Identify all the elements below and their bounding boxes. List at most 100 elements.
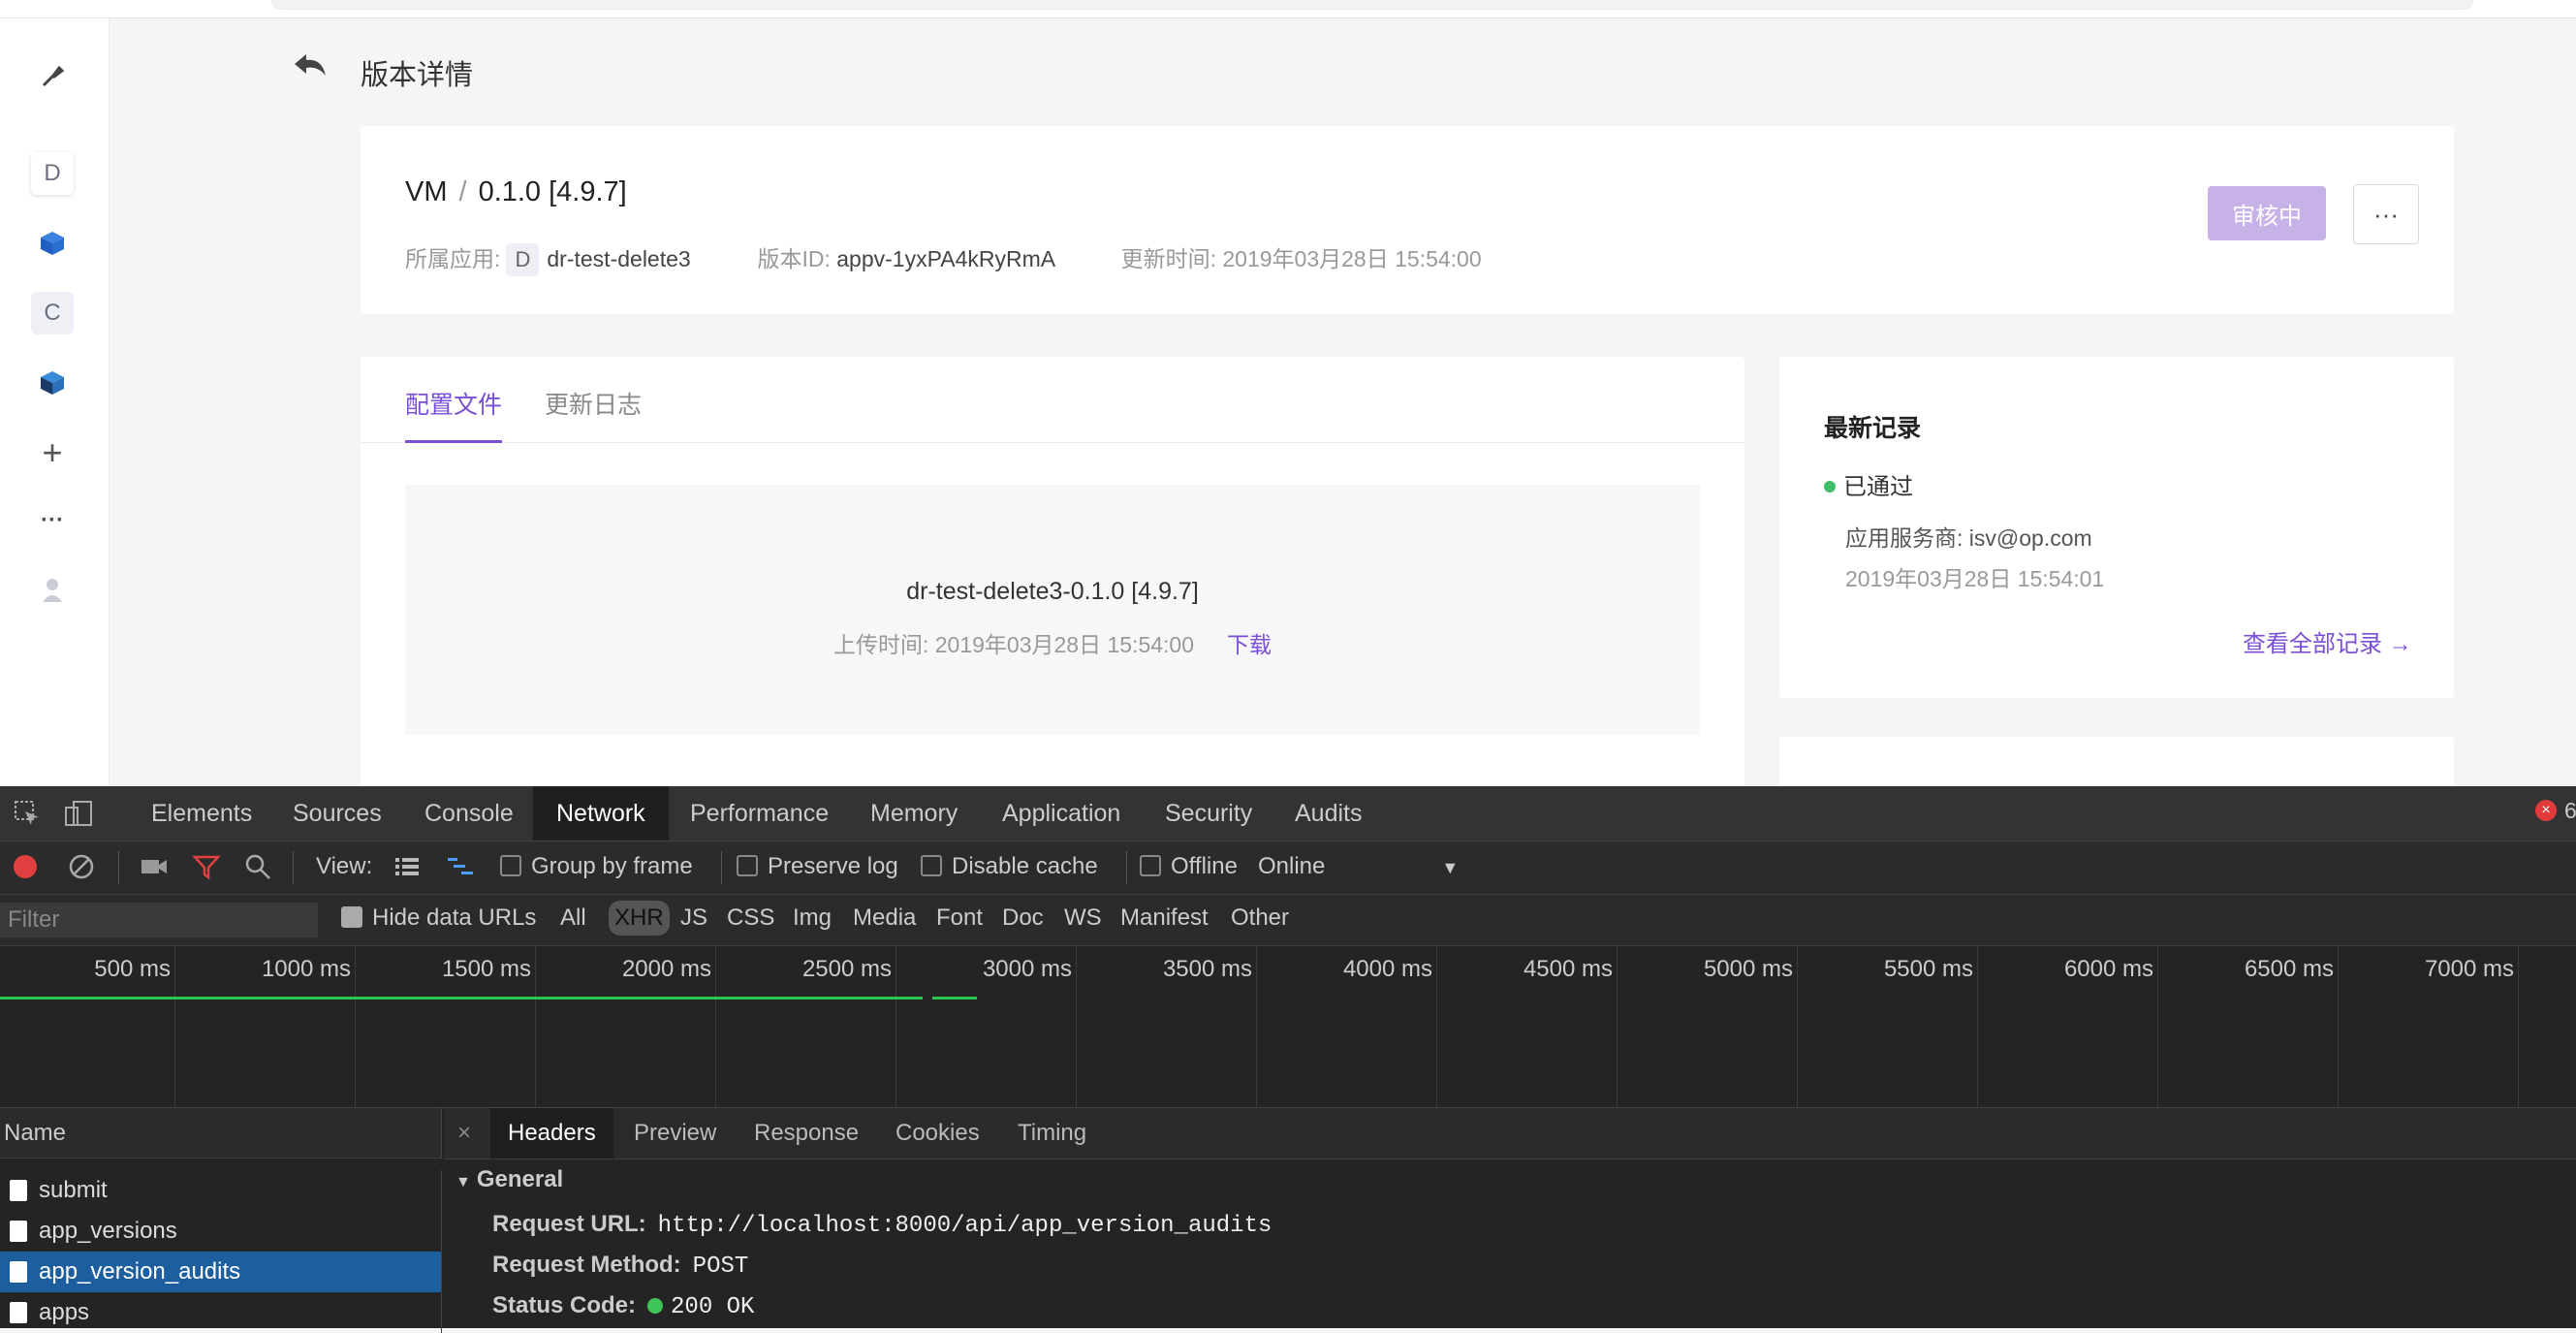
- filter-type-font[interactable]: Font: [936, 905, 983, 932]
- filter-type-img[interactable]: Img: [793, 905, 832, 932]
- devtools-tab-application[interactable]: Application: [979, 786, 1144, 841]
- error-icon[interactable]: ×: [2535, 800, 2557, 821]
- screenshot-capture-icon[interactable]: [140, 855, 169, 883]
- sidebar-item-app-c[interactable]: C: [31, 292, 74, 334]
- record-status: 已通过: [1824, 467, 1913, 501]
- name-column-header[interactable]: Name: [0, 1108, 442, 1158]
- timeline-tick: 2500 ms: [801, 956, 892, 982]
- tab-changelog[interactable]: 更新日志: [545, 386, 642, 421]
- record-icon[interactable]: [14, 855, 37, 878]
- devtools-tab-elements[interactable]: Elements: [128, 786, 275, 841]
- toolbar-divider: [1126, 851, 1127, 884]
- throttle-value: Online: [1258, 853, 1326, 879]
- error-count[interactable]: 6: [2564, 798, 2576, 824]
- disable-cache-checkbox[interactable]: Disable cache: [921, 853, 1098, 880]
- file-box: dr-test-delete3-0.1.0 [4.9.7] 上传时间: 2019…: [405, 485, 1700, 735]
- request-row[interactable]: app_versions: [0, 1211, 442, 1252]
- close-icon[interactable]: ×: [457, 1108, 471, 1158]
- app-label: 所属应用:: [405, 246, 501, 271]
- devtools-tab-audits[interactable]: Audits: [1272, 786, 1385, 841]
- user-icon[interactable]: [31, 569, 74, 612]
- request-row[interactable]: apps: [0, 1292, 442, 1333]
- detail-tab-timing[interactable]: Timing: [1000, 1108, 1104, 1158]
- hide-data-urls-label: Hide data URLs: [372, 905, 537, 931]
- timeline-tick: 1000 ms: [261, 956, 351, 982]
- filter-type-all[interactable]: All: [560, 905, 586, 932]
- timeline-tick: 3000 ms: [982, 956, 1072, 982]
- more-button[interactable]: ···: [2353, 184, 2419, 244]
- filter-type-xhr[interactable]: XHR: [609, 901, 670, 936]
- back-arrow-icon[interactable]: [291, 50, 330, 88]
- address-bar[interactable]: [271, 0, 2473, 10]
- hide-data-urls-checkbox[interactable]: Hide data URLs: [341, 905, 536, 932]
- tool-icon[interactable]: [31, 55, 74, 98]
- timeline-tick: 5000 ms: [1703, 956, 1793, 982]
- timeline-gridline: [1617, 946, 1618, 1107]
- status-button[interactable]: 审核中: [2208, 186, 2326, 240]
- title-separator: /: [458, 176, 467, 207]
- timeline-gridline: [2518, 946, 2519, 1107]
- timeline-tick: 1500 ms: [441, 956, 531, 982]
- timeline-tick: 500 ms: [94, 956, 171, 982]
- devtools-tab-sources[interactable]: Sources: [269, 786, 405, 841]
- device-toolbar-icon[interactable]: [64, 800, 93, 834]
- status-dot-icon: [1824, 481, 1836, 492]
- preserve-log-checkbox[interactable]: Preserve log: [737, 853, 898, 880]
- filter-icon[interactable]: [192, 853, 221, 885]
- timeline-gridline: [1256, 946, 1257, 1107]
- download-link[interactable]: 下载: [1227, 632, 1272, 657]
- devtools-tab-console[interactable]: Console: [401, 786, 537, 841]
- waterfall-icon[interactable]: [446, 855, 475, 883]
- devtools-tab-network[interactable]: Network: [533, 786, 669, 841]
- timeline-gridline: [1076, 946, 1077, 1107]
- timeline-tick: 5500 ms: [1883, 956, 1973, 982]
- search-icon[interactable]: [244, 853, 271, 885]
- detail-tab-preview[interactable]: Preview: [616, 1108, 734, 1158]
- timeline-tick: 4000 ms: [1342, 956, 1432, 982]
- detail-tab-headers[interactable]: Headers: [490, 1108, 613, 1158]
- detail-tab-cookies[interactable]: Cookies: [878, 1108, 997, 1158]
- version-number: 0.1.0 [4.9.7]: [478, 176, 627, 207]
- filter-type-manifest[interactable]: Manifest: [1120, 905, 1209, 932]
- filter-type-doc[interactable]: Doc: [1002, 905, 1044, 932]
- browser-top-strip: [0, 0, 2576, 18]
- filter-type-css[interactable]: CSS: [727, 905, 774, 932]
- app-badge: D: [506, 243, 540, 276]
- general-section-toggle[interactable]: ▼ General: [456, 1166, 563, 1193]
- devtools-tab-performance[interactable]: Performance: [667, 786, 852, 841]
- offline-checkbox[interactable]: Offline: [1140, 853, 1238, 880]
- throttle-select[interactable]: Online ▼: [1258, 853, 1459, 880]
- filter-type-js[interactable]: JS: [680, 905, 707, 932]
- large-rows-icon[interactable]: [393, 855, 421, 883]
- group-by-frame-checkbox[interactable]: Group by frame: [500, 853, 693, 880]
- sidebar-item-app-d[interactable]: D: [31, 152, 74, 195]
- record-provider: 应用服务商: isv@op.com: [1845, 525, 2092, 551]
- filter-type-other[interactable]: Other: [1231, 905, 1289, 932]
- filter-type-ws[interactable]: WS: [1064, 905, 1102, 932]
- cube-blue-icon[interactable]: [31, 222, 74, 265]
- filter-type-media[interactable]: Media: [853, 905, 916, 932]
- cube-dark-icon[interactable]: [31, 362, 74, 404]
- updated-label: 更新时间:: [1120, 246, 1216, 271]
- general-value: http://localhost:8000/api/app_version_au…: [657, 1213, 1272, 1239]
- detail-tab-response[interactable]: Response: [737, 1108, 876, 1158]
- more-icon[interactable]: ···: [31, 499, 74, 542]
- filter-input[interactable]: [0, 903, 318, 937]
- document-icon: [10, 1261, 27, 1283]
- tab-config-file[interactable]: 配置文件: [405, 386, 502, 421]
- request-row-selected[interactable]: app_version_audits: [0, 1252, 442, 1292]
- view-all-records-link[interactable]: 查看全部记录 →: [2243, 624, 2412, 658]
- request-name: apps: [39, 1299, 90, 1325]
- clear-icon[interactable]: [68, 853, 95, 885]
- add-icon[interactable]: +: [31, 431, 74, 474]
- detail-tabbar: × Headers Preview Response Cookies Timin…: [444, 1108, 2576, 1159]
- devtools-tab-memory[interactable]: Memory: [847, 786, 981, 841]
- network-timeline[interactable]: 500 ms 1000 ms 1500 ms 2000 ms 2500 ms 3…: [0, 946, 2576, 1108]
- devtools-tab-security[interactable]: Security: [1142, 786, 1275, 841]
- general-key: Status Code:: [492, 1292, 637, 1318]
- app-name[interactable]: dr-test-delete3: [547, 246, 690, 271]
- devtools-tabbar: Elements Sources Console Network Perform…: [0, 786, 2576, 841]
- inspect-icon[interactable]: [14, 800, 41, 834]
- request-row[interactable]: submit: [0, 1170, 442, 1211]
- waterfall-bar: [932, 997, 977, 1000]
